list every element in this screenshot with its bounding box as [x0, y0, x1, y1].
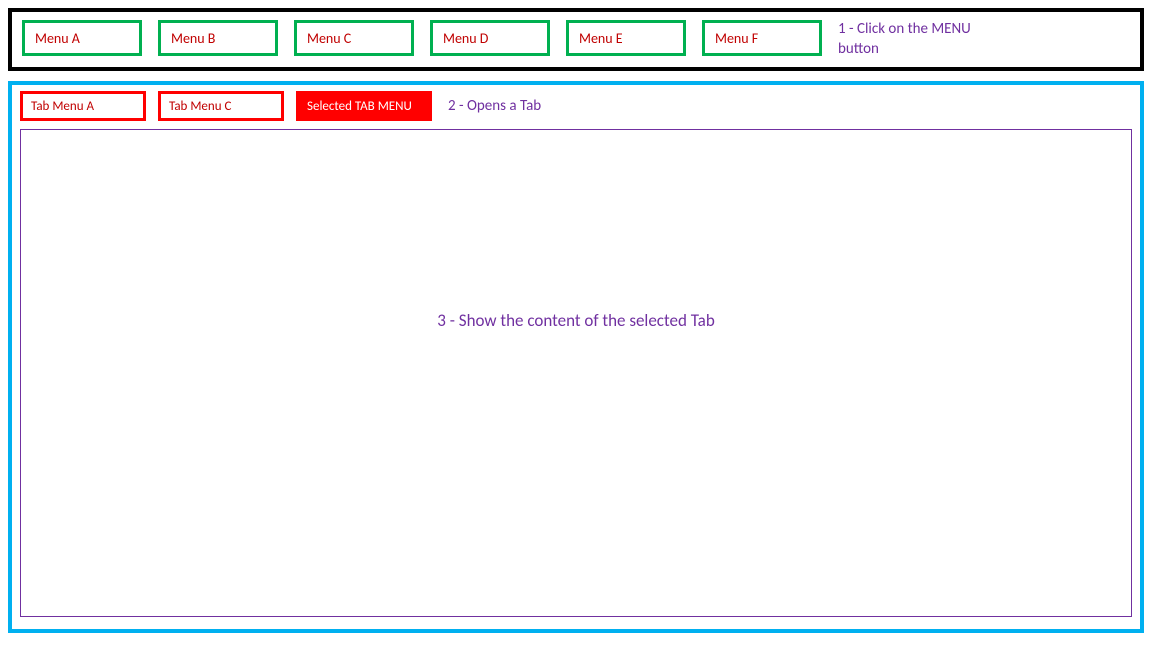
- menu-label: Menu B: [171, 30, 215, 47]
- tab-annotation: 2 - Opens a Tab: [448, 97, 541, 115]
- menu-bar-annotation: 1 - Click on the MENU button: [838, 20, 988, 59]
- tab-menu-c[interactable]: Tab Menu C: [158, 91, 284, 121]
- content-annotation: 3 - Show the content of the selected Tab: [437, 310, 715, 331]
- tab-menu-selected[interactable]: Selected TAB MENU: [296, 91, 432, 121]
- tab-menu-a[interactable]: Tab Menu A: [20, 91, 146, 121]
- tab-label: Tab Menu A: [31, 99, 94, 114]
- menu-label: Menu A: [35, 30, 80, 47]
- menu-label: Menu D: [443, 30, 488, 47]
- content-area: 3 - Show the content of the selected Tab: [20, 129, 1132, 617]
- menu-label: Menu E: [579, 30, 623, 47]
- tab-label: Tab Menu C: [169, 99, 231, 114]
- menu-label: Menu F: [715, 30, 758, 47]
- menu-button-a[interactable]: Menu A: [22, 20, 142, 56]
- menu-button-d[interactable]: Menu D: [430, 20, 550, 56]
- menu-button-f[interactable]: Menu F: [702, 20, 822, 56]
- menu-label: Menu C: [307, 30, 351, 47]
- tab-row: Tab Menu A Tab Menu C Selected TAB MENU …: [20, 91, 1132, 121]
- menu-button-e[interactable]: Menu E: [566, 20, 686, 56]
- menu-button-c[interactable]: Menu C: [294, 20, 414, 56]
- menu-button-b[interactable]: Menu B: [158, 20, 278, 56]
- menu-bar: Menu A Menu B Menu C Menu D Menu E Menu …: [8, 8, 1144, 71]
- tab-label: Selected TAB MENU: [307, 99, 412, 114]
- tab-container: Tab Menu A Tab Menu C Selected TAB MENU …: [8, 81, 1144, 633]
